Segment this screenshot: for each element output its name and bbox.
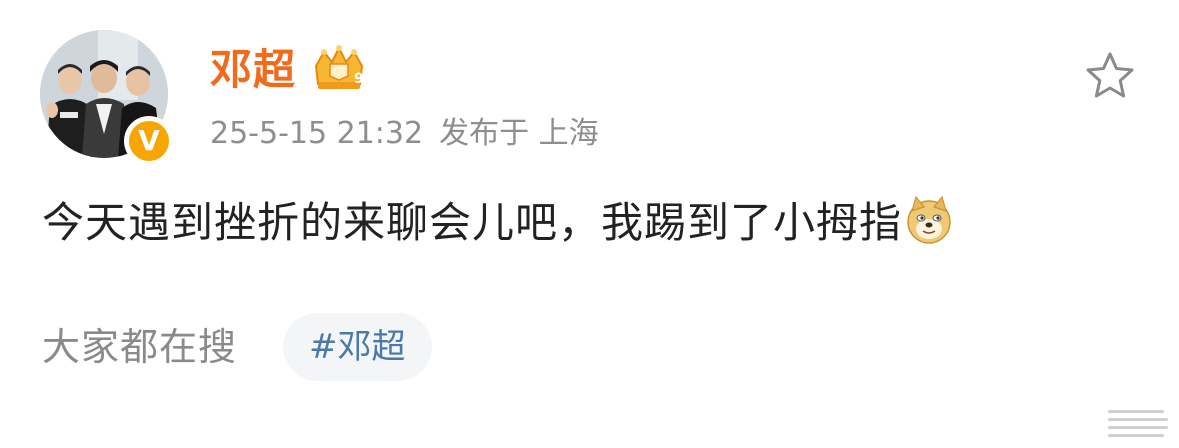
member-level-number: 9 — [354, 71, 364, 87]
watermark-lines-icon — [1108, 410, 1168, 437]
author-name[interactable]: 邓超 — [210, 40, 296, 100]
star-outline-icon[interactable] — [1084, 50, 1136, 102]
crown-membership-icon[interactable]: 9 — [310, 44, 368, 94]
post-location: 发布于 上海 — [439, 116, 599, 151]
doge-emoji-icon — [907, 195, 951, 244]
post-text-container: 今天遇到挫折的来聊会儿吧，我踢到了小拇指 — [42, 192, 954, 254]
post-meta: 25-5-15 21:32 发布于 上海 — [210, 112, 599, 156]
post-timestamp: 25-5-15 21:32 — [210, 116, 424, 151]
verified-v-icon: V — [129, 121, 169, 161]
trending-topic-chip[interactable]: #邓超 — [283, 313, 432, 381]
verified-badge: V — [124, 116, 174, 166]
trending-label: 大家都在搜 — [42, 325, 238, 369]
post-body-text: 今天遇到挫折的来聊会儿吧，我踢到了小拇指 — [42, 198, 903, 247]
